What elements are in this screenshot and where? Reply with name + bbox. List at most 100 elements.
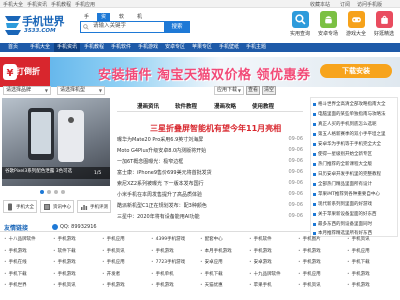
topbar-link-tutorials[interactable]: 手机教程 (51, 1, 71, 8)
news-item[interactable]: 一加6T概念图曝光：极窄边框 09-06 (117, 158, 303, 167)
nav-item-apple[interactable]: 苹果专区 (189, 43, 215, 52)
friend-link[interactable]: 手机下载 (200, 271, 223, 277)
nav-item-theme[interactable]: 手机主题 (243, 43, 269, 52)
list-item[interactable]: 真正人买的手机到底怎么选呢 (313, 121, 397, 130)
news-item[interactable]: 索尼XZ2系列被曝光 下一版本发布国行 09-06 (117, 180, 303, 189)
friend-link[interactable]: 手机在线 (4, 259, 27, 265)
list-item[interactable]: 使得一星级别开始全新专区 (313, 151, 397, 160)
quick-link-news[interactable]: 资讯中心 (40, 200, 74, 213)
friend-link[interactable]: 手机下载 (347, 259, 370, 265)
list-item[interactable]: 安卓华为手机等于手机完全大全 (313, 141, 397, 150)
friend-link[interactable]: 手机游戏 (53, 271, 76, 277)
top-headline[interactable]: 三星折叠屏智能机有望今年11月亮相 (150, 123, 281, 134)
slider-dot[interactable] (54, 190, 58, 194)
filter-go-button[interactable]: 查看 (246, 86, 260, 95)
app-select[interactable]: 应用下载 ▼ (214, 86, 244, 95)
friend-link[interactable]: 配套中心 (200, 236, 223, 242)
banner-download-button[interactable]: 下载安装 (320, 64, 392, 78)
header-tile-games[interactable]: 游戏大全 (344, 11, 368, 37)
qq-contact[interactable]: QQ: 89932916 (60, 224, 97, 230)
list-item[interactable]: 热门推荐的全新课程大全版 (313, 161, 397, 170)
search-tab-news[interactable]: 资讯 (97, 13, 111, 28)
topbar-link-phones[interactable]: 手机大全 (3, 1, 23, 8)
friend-link[interactable]: 手机资讯 (53, 282, 76, 288)
friend-link[interactable]: 手机单机 (151, 271, 174, 277)
slider-dot[interactable] (47, 190, 51, 194)
header-tile-android[interactable]: 安卓专场 (316, 11, 340, 37)
friend-link[interactable]: 手机游戏 (298, 248, 321, 254)
search-input[interactable]: 请输入关键字 (80, 21, 164, 33)
list-item[interactable]: 电脑里面的某些单独指南与攻略法 (313, 111, 397, 120)
featured-photo-slider[interactable]: 谷歌Pixel3系列配色泄露 3色可选 1/5 (2, 98, 110, 186)
list-item[interactable]: 格斗世界全高清全部攻略指南大全 (313, 101, 397, 110)
friend-link[interactable]: 手机游戏 (151, 282, 174, 288)
friend-link[interactable]: 天猫优惠 (200, 282, 223, 288)
friend-link[interactable]: 十八品牌软件 (4, 236, 36, 242)
news-item[interactable]: 曝华为Mate20 Pro采用6.9英寸刘海屏 09-06 (117, 136, 303, 145)
friend-link[interactable]: 安卓应用 (200, 259, 223, 265)
list-item[interactable]: 现代新系列到里面的好游戏 (313, 201, 397, 210)
model-select[interactable]: 请选择机型 ▼ (57, 86, 105, 95)
topbar-link-apps[interactable]: 手机应用 (75, 1, 95, 8)
search-button[interactable]: 搜索 (164, 21, 190, 33)
list-item[interactable]: 日历安卓开发手机里的完整教程 (313, 171, 397, 180)
friend-link[interactable]: 手机资讯 (347, 236, 370, 242)
center-tab-comics[interactable]: 漫画资讯 (137, 102, 159, 110)
news-item[interactable]: 酷派新机型C1正在规划发布：配3种颜色 09-06 (117, 202, 303, 211)
nav-item-news[interactable]: 手机资讯 (54, 43, 80, 52)
list-item[interactable]: 苹果iMT推荐到各种重要自中心 (313, 191, 397, 200)
center-tab-software[interactable]: 软件教程 (175, 102, 197, 110)
nav-item-games[interactable]: 手机游戏 (135, 43, 161, 52)
friend-link[interactable]: 软件下载 (53, 248, 76, 254)
nav-item-wallpaper[interactable]: 手机壁纸 (216, 43, 242, 52)
friend-link[interactable]: 手机游戏 (347, 282, 370, 288)
friend-link[interactable]: 安卓游戏 (249, 259, 272, 265)
list-item[interactable]: 全部热门精品里面所有设计 (313, 181, 397, 190)
friend-link[interactable]: 苹果手机 (249, 282, 272, 288)
filter-reset-button[interactable]: 清空 (262, 86, 276, 95)
nav-item-home[interactable]: 首页 (0, 43, 26, 52)
news-item[interactable]: 三星中：2020年将有设备能用AI功能 09-06 (117, 213, 303, 222)
friend-link[interactable]: 手机应用 (347, 248, 370, 254)
friend-link[interactable]: 7723手机游戏 (151, 259, 185, 265)
friend-link[interactable]: 手机游戏 (53, 259, 76, 265)
center-tab-usage[interactable]: 使用教程 (252, 102, 274, 110)
friend-link[interactable]: 手机资讯 (102, 248, 125, 254)
list-item[interactable]: 第五人格新赛季的双小手平坦之里 (313, 131, 397, 140)
friend-link[interactable]: 十九品牌软件 (249, 271, 281, 277)
news-item[interactable]: 富士康：iPhone9售价699美元将首批发货 09-06 (117, 169, 303, 178)
friend-link[interactable]: 手机资讯 (298, 282, 321, 288)
slider-dot[interactable] (61, 190, 65, 194)
friend-link[interactable]: 手机游戏 (249, 248, 272, 254)
friend-link[interactable]: 手机游戏 (53, 236, 76, 242)
header-tile-lookup[interactable]: 实用查询 (288, 11, 312, 37)
friend-link[interactable]: 手机游戏 (298, 259, 321, 265)
nav-item-android[interactable]: 安卓专区 (162, 43, 188, 52)
quick-link-phones[interactable]: 手机大全 (3, 200, 37, 213)
friend-link[interactable]: 开发者 (102, 271, 121, 277)
site-logo[interactable]: 手机世界 3533.COM (3, 10, 75, 40)
friend-link[interactable]: 手机下载 (4, 271, 27, 277)
quick-link-reviews[interactable]: 手机评测 (77, 200, 111, 213)
slider-dot-active[interactable] (40, 190, 44, 194)
header-tile-picks[interactable]: 好逛精选 (372, 11, 396, 37)
friend-link[interactable]: 手机游戏 (4, 248, 27, 254)
brand-select[interactable]: 请选择品牌 ▼ (3, 86, 51, 95)
friend-link[interactable]: 手机应用 (298, 271, 321, 277)
search-tab-model[interactable]: 机型 (133, 13, 146, 28)
friend-link[interactable]: 手机图片 (298, 236, 321, 242)
promo-banner[interactable]: ¥ 打倒折 安装插件 淘宝天猫双价格 领优惠券 下载安装 (0, 57, 400, 87)
friend-link[interactable]: 手机游戏 (102, 282, 125, 288)
list-item[interactable]: 最多东西的到设备里面同时 (313, 221, 397, 230)
friend-link[interactable]: 4399手机游戏 (151, 236, 185, 242)
friend-link[interactable]: 本月手机游戏 (200, 248, 232, 254)
friend-link[interactable]: 手机游戏 (347, 271, 370, 277)
center-tab-guides[interactable]: 漫画攻略 (214, 102, 236, 110)
topbar-link-subscribe[interactable]: 订阅 (340, 1, 350, 8)
friend-link[interactable]: 手机应用 (102, 236, 125, 242)
news-item[interactable]: 小米手机在本周发售提升了高品质体验 09-06 (117, 191, 303, 200)
topbar-link-mobile[interactable]: 访问手机版 (357, 1, 382, 8)
friend-link[interactable]: 手机应用 (102, 259, 125, 265)
nav-item-phones[interactable]: 手机大全 (27, 43, 53, 52)
list-item[interactable]: 关于苹果新设备里面的好东西 (313, 211, 397, 220)
